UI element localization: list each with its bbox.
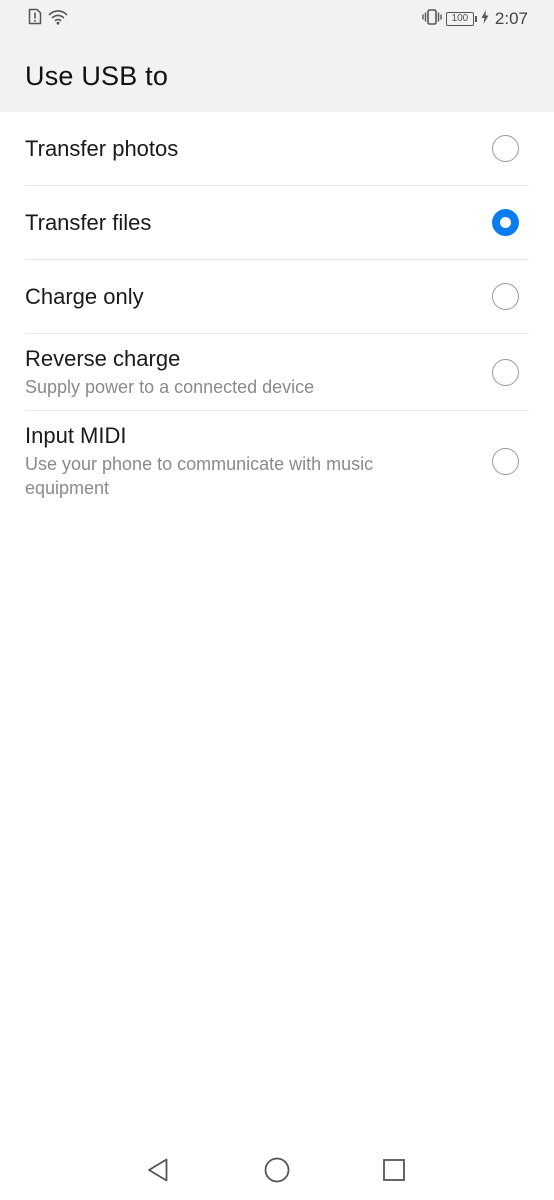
battery-icon: 100: [445, 12, 477, 26]
transfer-files-radio[interactable]: [492, 209, 519, 236]
wifi-icon: [48, 9, 68, 30]
battery-tip: [474, 16, 477, 22]
battery-level: 100: [445, 12, 474, 26]
option-transfer-photos[interactable]: Transfer photos: [25, 112, 529, 186]
option-description: Supply power to a connected device: [25, 377, 315, 397]
option-text: Charge only: [25, 283, 144, 311]
usb-options-list: Transfer photos Transfer files Charge on…: [0, 112, 554, 511]
status-left: [28, 8, 68, 30]
option-input-midi[interactable]: Input MIDI Use your phone to communicate…: [25, 411, 529, 511]
vibrate-icon: [422, 8, 442, 30]
back-icon[interactable]: [143, 1155, 173, 1185]
option-text: Input MIDI Use your phone to communicate…: [25, 422, 435, 500]
option-transfer-files[interactable]: Transfer files: [25, 186, 529, 260]
option-label: Input MIDI: [25, 423, 127, 448]
page-title: Use USB to: [25, 61, 169, 91]
transfer-photos-radio[interactable]: [492, 135, 519, 162]
charge-only-radio[interactable]: [492, 283, 519, 310]
sim-alert-icon: [28, 8, 42, 30]
status-time: 2:07: [494, 9, 528, 28]
reverse-charge-radio[interactable]: [492, 358, 519, 386]
option-label: Charge only: [25, 283, 144, 309]
option-text: Reverse charge Supply power to a connect…: [25, 345, 314, 399]
option-label: Reverse charge: [25, 346, 181, 371]
option-description: Use your phone to communicate with music…: [25, 454, 374, 498]
status-right: 100 2:07: [422, 8, 528, 30]
charging-icon: [481, 9, 489, 29]
option-reverse-charge[interactable]: Reverse charge Supply power to a connect…: [25, 334, 529, 411]
recents-icon[interactable]: [379, 1155, 409, 1185]
input-midi-radio[interactable]: [492, 447, 519, 475]
option-label: Transfer files: [25, 209, 152, 235]
home-icon[interactable]: [262, 1155, 292, 1185]
header: 100 2:07 Use USB to: [0, 0, 554, 112]
status-bar: 100 2:07: [0, 0, 554, 38]
option-text: Transfer files: [25, 209, 151, 237]
option-charge-only[interactable]: Charge only: [25, 260, 529, 334]
navigation-bar: [0, 1140, 554, 1200]
option-label: Transfer photos: [25, 135, 179, 161]
option-text: Transfer photos: [25, 135, 178, 163]
